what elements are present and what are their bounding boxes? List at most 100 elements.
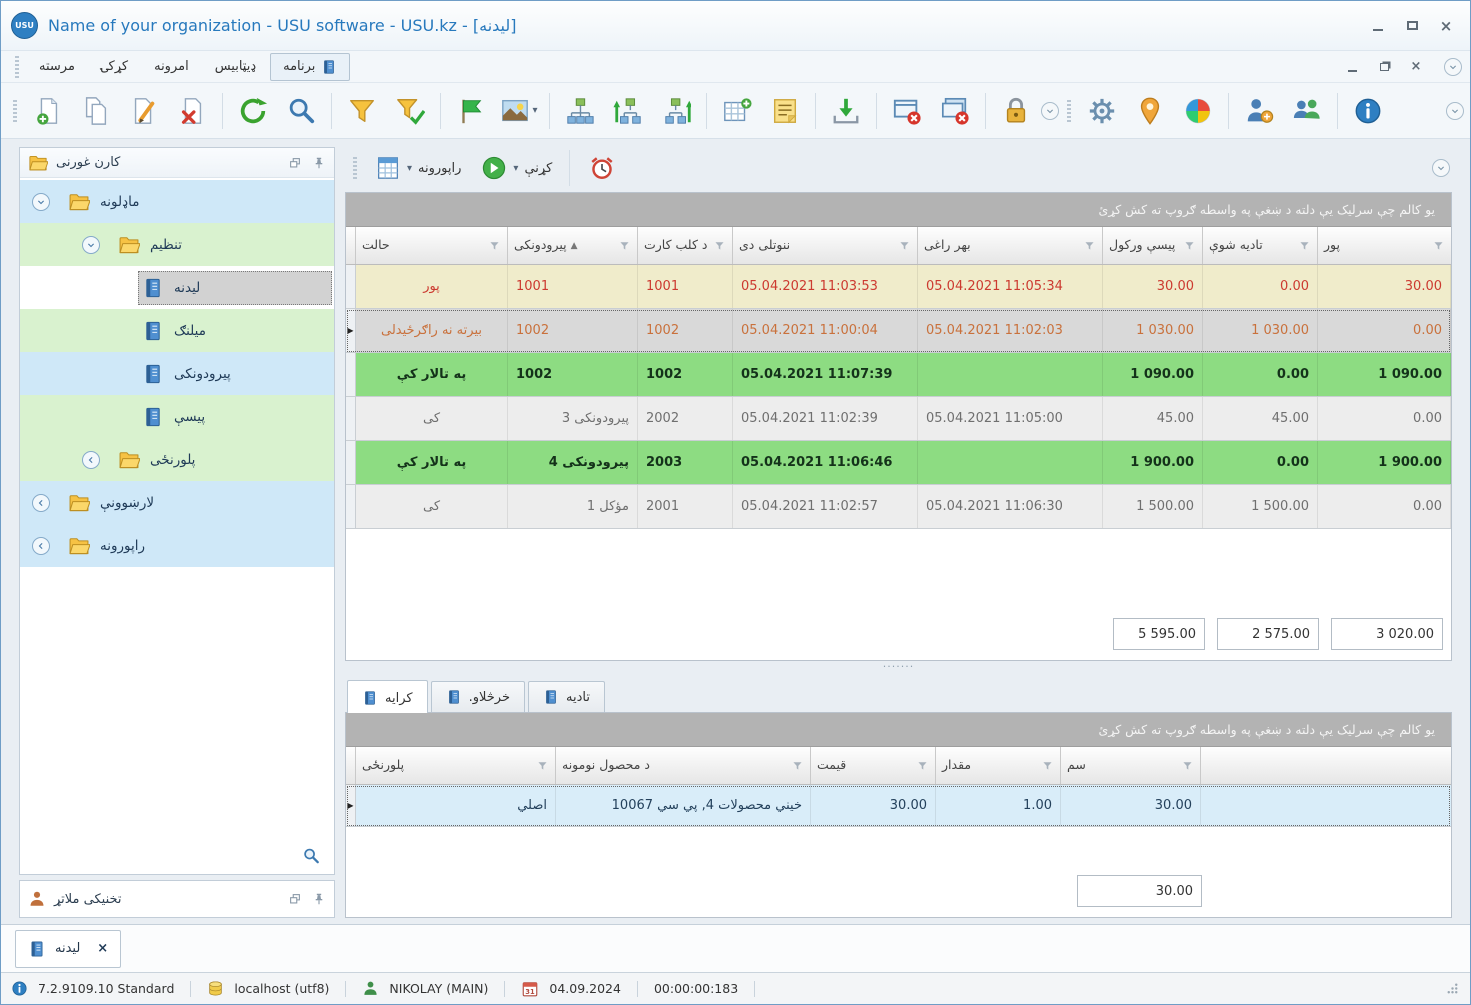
- cell-paid[interactable]: 0.00: [1203, 265, 1318, 308]
- menu-item-window[interactable]: کړکۍ: [89, 54, 140, 79]
- cell-customer[interactable]: مؤکل 1: [508, 485, 638, 528]
- cell-status[interactable]: په تالار کې: [356, 441, 508, 484]
- close-all-windows-button[interactable]: [932, 89, 978, 133]
- mdi-close-button[interactable]: ×: [1404, 57, 1428, 77]
- filter-icon[interactable]: [1083, 239, 1096, 252]
- pin-icon[interactable]: [312, 156, 326, 170]
- drag-grip[interactable]: [353, 157, 357, 179]
- notes-button[interactable]: [762, 89, 808, 133]
- column-header-total[interactable]: سم: [1061, 747, 1201, 784]
- tree-item-settings[interactable]: تنظيم: [20, 223, 334, 266]
- filter-icon[interactable]: [791, 759, 804, 772]
- cell-customer[interactable]: 1001: [508, 265, 638, 308]
- filter-icon[interactable]: [1041, 759, 1054, 772]
- cell-club-card[interactable]: 1002: [638, 353, 733, 396]
- cell-paid[interactable]: 1 500.00: [1203, 485, 1318, 528]
- minimize-button[interactable]: [1364, 15, 1392, 37]
- cell-debt[interactable]: 30.00: [1318, 265, 1451, 308]
- filter-icon[interactable]: [618, 239, 631, 252]
- timer-button[interactable]: [579, 146, 625, 190]
- color-scheme-button[interactable]: [1175, 89, 1221, 133]
- table-row[interactable]: ▶ بيرته نه راګرځيدلی 1002 1002 05.04.202…: [346, 309, 1451, 353]
- column-header-paid[interactable]: تاديه شوې: [1203, 227, 1318, 264]
- grid-toolbar-overflow-button[interactable]: [1432, 159, 1450, 177]
- cell-left[interactable]: 05.04.2021 11:06:30: [918, 485, 1103, 528]
- tab-rent[interactable]: کرايه: [347, 680, 428, 713]
- maximize-button[interactable]: [1398, 15, 1426, 37]
- cell-left[interactable]: 05.04.2021 11:05:00: [918, 397, 1103, 440]
- cell-debt[interactable]: 0.00: [1318, 397, 1451, 440]
- delete-record-button[interactable]: [169, 89, 215, 133]
- tree-item-reports[interactable]: راپورونه: [20, 524, 334, 567]
- collapse-node-icon[interactable]: [32, 192, 50, 211]
- cell-store[interactable]: اصلي: [356, 785, 556, 826]
- drag-grip[interactable]: [15, 55, 19, 78]
- cell-left[interactable]: [918, 353, 1103, 396]
- column-header-left[interactable]: بهر راغی: [918, 227, 1103, 264]
- cell-entered[interactable]: 05.04.2021 11:02:39: [733, 397, 918, 440]
- user-permissions-button[interactable]: [1236, 89, 1282, 133]
- cell-paid[interactable]: 1 030.00: [1203, 309, 1318, 352]
- float-panel-icon[interactable]: [288, 156, 302, 170]
- edit-record-button[interactable]: [121, 89, 167, 133]
- import-button[interactable]: [823, 89, 869, 133]
- column-header-store[interactable]: پلورنځی: [356, 747, 556, 784]
- cell-total[interactable]: 30.00: [1061, 785, 1201, 826]
- cell-payout[interactable]: 1 500.00: [1103, 485, 1203, 528]
- cell-quantity[interactable]: 1.00: [936, 785, 1061, 826]
- filter-icon[interactable]: [898, 239, 911, 252]
- cell-left[interactable]: 05.04.2021 11:02:03: [918, 309, 1103, 352]
- refresh-button[interactable]: [230, 89, 276, 133]
- close-window-button[interactable]: [884, 89, 930, 133]
- column-header-entered[interactable]: ننوتلی دی: [733, 227, 918, 264]
- cell-status[interactable]: په تالار کې: [356, 353, 508, 396]
- cell-status[interactable]: پور: [356, 265, 508, 308]
- mdi-minimize-button[interactable]: [1340, 57, 1364, 77]
- toolbar-overflow-button[interactable]: [1446, 101, 1464, 120]
- group-by-panel[interactable]: يو کالم چې سرليک يې دلته د ښغې په واسطه …: [346, 713, 1451, 747]
- tab-payment[interactable]: تاديه: [527, 681, 605, 712]
- location-button[interactable]: [1127, 89, 1173, 133]
- cell-club-card[interactable]: 2002: [638, 397, 733, 440]
- close-button[interactable]: ×: [1432, 15, 1460, 37]
- cell-status[interactable]: کی: [356, 485, 508, 528]
- pin-icon[interactable]: [312, 892, 326, 906]
- copy-record-button[interactable]: [73, 89, 119, 133]
- image-view-button[interactable]: ▾: [496, 89, 542, 133]
- tab-sales[interactable]: خرڅلاو.: [430, 681, 525, 712]
- column-header-customer[interactable]: پيرودونکی ▲: [508, 227, 638, 264]
- tree-item-shop[interactable]: پلورنځی: [20, 438, 334, 481]
- cell-customer[interactable]: پيرودونکی 3: [508, 397, 638, 440]
- column-header-price[interactable]: قيمت: [811, 747, 936, 784]
- collapse-node-icon[interactable]: [82, 235, 100, 254]
- drag-grip[interactable]: [1067, 99, 1071, 122]
- group-by-panel[interactable]: يو کالم چې سرليک يې دلته د ښغې په واسطه …: [346, 193, 1451, 227]
- mdi-restore-button[interactable]: [1372, 57, 1396, 77]
- actions-button[interactable]: ▾ کړنې: [473, 151, 560, 185]
- cell-status[interactable]: کی: [356, 397, 508, 440]
- menubar-overflow-button[interactable]: [1444, 57, 1462, 76]
- settings-button[interactable]: [1079, 89, 1125, 133]
- cell-entered[interactable]: 05.04.2021 11:03:53: [733, 265, 918, 308]
- tree-item-directories[interactable]: لارښوونې: [20, 481, 334, 524]
- cell-payout[interactable]: 45.00: [1103, 397, 1203, 440]
- cell-paid[interactable]: 0.00: [1203, 441, 1318, 484]
- table-row[interactable]: پور 1001 1001 05.04.2021 11:03:53 05.04.…: [346, 265, 1451, 309]
- cell-debt[interactable]: 0.00: [1318, 309, 1451, 352]
- new-record-button[interactable]: [25, 89, 71, 133]
- cell-debt[interactable]: 0.00: [1318, 485, 1451, 528]
- filter-icon[interactable]: [536, 759, 549, 772]
- resize-grip[interactable]: [1445, 981, 1460, 996]
- horizontal-splitter[interactable]: ·······: [345, 660, 1452, 673]
- tree-item-modules[interactable]: ماډلونه: [20, 180, 334, 223]
- cell-status[interactable]: بيرته نه راګرځيدلی: [356, 309, 508, 352]
- column-header-debt[interactable]: پور: [1318, 227, 1451, 264]
- cell-customer[interactable]: 1002: [508, 353, 638, 396]
- cell-club-card[interactable]: 2003: [638, 441, 733, 484]
- cell-customer[interactable]: 1002: [508, 309, 638, 352]
- search-button[interactable]: [278, 89, 324, 133]
- cell-payout[interactable]: 30.00: [1103, 265, 1203, 308]
- column-header-payout[interactable]: پيسې ورکول: [1103, 227, 1203, 264]
- drag-grip[interactable]: [13, 99, 17, 122]
- technical-support-panel[interactable]: تخنيکی ملاتړ: [19, 880, 335, 918]
